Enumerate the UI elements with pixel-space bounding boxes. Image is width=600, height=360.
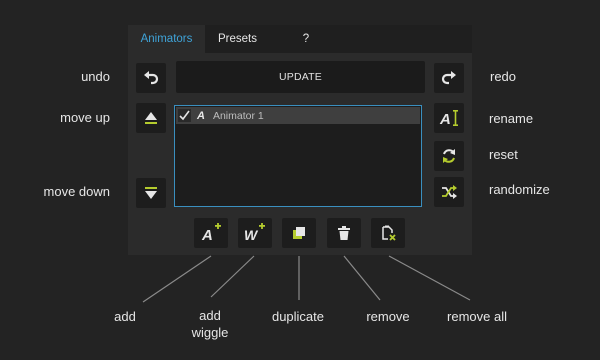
- callout-redo: redo: [490, 69, 517, 84]
- callout-move-down: move down: [43, 184, 110, 199]
- add-wiggle-leader-line: [210, 255, 255, 298]
- callout-rename: rename: [489, 111, 534, 126]
- callout-add: add: [114, 309, 136, 324]
- callout-undo: undo: [81, 69, 110, 84]
- add-leader-line: [142, 255, 212, 303]
- callout-add-wiggle: add wiggle: [180, 307, 240, 341]
- callout-remove-all: remove all: [447, 309, 507, 324]
- remove-all-leader-line: [388, 255, 471, 301]
- remove-leader-line: [343, 255, 381, 301]
- callout-add-wiggle-line2: wiggle: [191, 325, 229, 340]
- callout-move-up: move up: [60, 110, 110, 125]
- callout-add-wiggle-line1: add: [199, 308, 221, 323]
- callout-lines: [142, 255, 471, 303]
- callout-remove: remove: [366, 309, 410, 324]
- callout-randomize: randomize: [489, 182, 550, 197]
- callout-duplicate: duplicate: [271, 309, 325, 324]
- callout-reset: reset: [489, 147, 518, 162]
